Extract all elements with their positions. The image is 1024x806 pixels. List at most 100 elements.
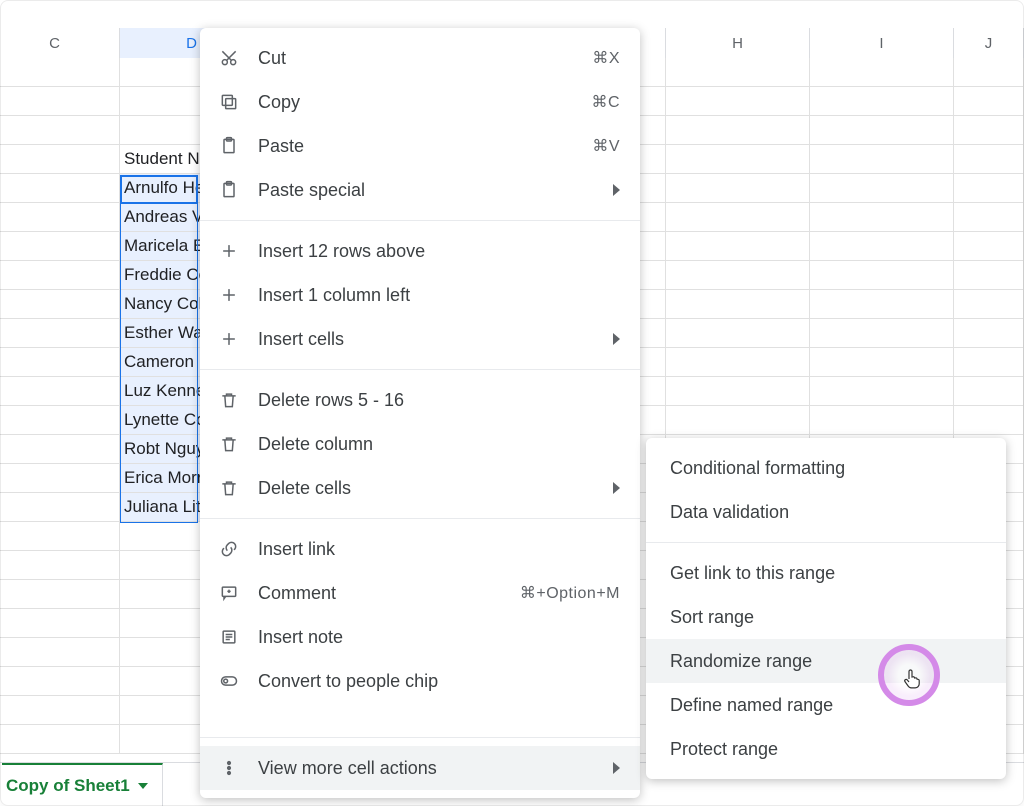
cell[interactable] (0, 319, 120, 348)
cell[interactable] (666, 203, 810, 232)
column-header[interactable]: H (666, 28, 810, 58)
cell[interactable] (0, 174, 120, 203)
menu-delete-rows[interactable]: Delete rows 5 - 16 (200, 378, 640, 422)
cell[interactable] (954, 290, 1024, 319)
cell[interactable] (0, 696, 120, 725)
cell[interactable] (810, 232, 954, 261)
menu-shortcut: ⌘C (591, 92, 620, 112)
column-header[interactable]: J (954, 28, 1024, 58)
cell[interactable] (0, 638, 120, 667)
cell[interactable] (954, 87, 1024, 116)
cell[interactable] (666, 58, 810, 87)
cell[interactable] (666, 348, 810, 377)
column-header[interactable]: C (0, 28, 120, 58)
cell[interactable] (954, 319, 1024, 348)
menu-paste-special[interactable]: Paste special (200, 168, 640, 212)
cell[interactable] (0, 348, 120, 377)
cell[interactable] (0, 232, 120, 261)
cell[interactable] (810, 87, 954, 116)
cell[interactable] (0, 551, 120, 580)
cell[interactable] (0, 435, 120, 464)
cell[interactable] (666, 87, 810, 116)
submenu-data-validation[interactable]: Data validation (646, 490, 1006, 534)
cell[interactable] (954, 406, 1024, 435)
menu-paste[interactable]: Paste ⌘V (200, 124, 640, 168)
chevron-down-icon[interactable] (138, 783, 148, 789)
cell[interactable] (666, 377, 810, 406)
cell[interactable] (954, 348, 1024, 377)
context-menu[interactable]: Cut ⌘X Copy ⌘C Paste ⌘V Paste special (200, 28, 640, 798)
cell[interactable] (954, 377, 1024, 406)
cell[interactable] (810, 406, 954, 435)
menu-insert-column[interactable]: Insert 1 column left (200, 273, 640, 317)
cell[interactable] (0, 725, 120, 754)
cell[interactable] (0, 290, 120, 319)
cell[interactable] (0, 261, 120, 290)
cell[interactable] (666, 145, 810, 174)
cell[interactable] (0, 406, 120, 435)
cell[interactable] (810, 145, 954, 174)
menu-copy[interactable]: Copy ⌘C (200, 80, 640, 124)
cell[interactable] (0, 667, 120, 696)
cell[interactable] (666, 174, 810, 203)
chevron-right-icon (613, 482, 620, 494)
cell[interactable] (954, 203, 1024, 232)
cell[interactable] (0, 377, 120, 406)
cell[interactable] (810, 203, 954, 232)
column-header[interactable]: I (810, 28, 954, 58)
menu-comment[interactable]: Comment ⌘+Option+M (200, 571, 640, 615)
cell[interactable] (0, 58, 120, 87)
menu-divider (200, 369, 640, 370)
menu-view-more-cell-actions[interactable]: View more cell actions (200, 746, 640, 790)
menu-label: Delete cells (258, 478, 601, 499)
cell[interactable] (0, 609, 120, 638)
cell[interactable] (954, 232, 1024, 261)
cell[interactable] (954, 261, 1024, 290)
copy-icon (218, 91, 240, 113)
sheet-tab-active[interactable]: Copy of Sheet1 (2, 763, 163, 806)
submenu-randomize-range[interactable]: Randomize range (646, 639, 1006, 683)
cell[interactable] (666, 290, 810, 319)
menu-delete-cells[interactable]: Delete cells (200, 466, 640, 510)
cell[interactable] (0, 87, 120, 116)
cell[interactable] (666, 319, 810, 348)
cell[interactable] (954, 145, 1024, 174)
cell[interactable] (666, 116, 810, 145)
cell[interactable] (810, 58, 954, 87)
menu-insert-link[interactable]: Insert link (200, 527, 640, 571)
menu-people-chip[interactable]: Convert to people chip (200, 659, 640, 703)
submenu-protect-range[interactable]: Protect range (646, 727, 1006, 771)
cell[interactable] (810, 116, 954, 145)
cell[interactable] (954, 58, 1024, 87)
cell[interactable] (810, 348, 954, 377)
cell[interactable] (810, 174, 954, 203)
cell[interactable] (954, 116, 1024, 145)
menu-label: Insert link (258, 539, 620, 560)
cell[interactable] (666, 232, 810, 261)
cell[interactable] (0, 493, 120, 522)
cell[interactable] (0, 203, 120, 232)
cell[interactable] (810, 319, 954, 348)
context-submenu[interactable]: Conditional formatting Data validation G… (646, 438, 1006, 779)
cell[interactable] (0, 116, 120, 145)
cell[interactable] (666, 406, 810, 435)
menu-insert-cells[interactable]: Insert cells (200, 317, 640, 361)
cell[interactable] (0, 145, 120, 174)
submenu-get-link[interactable]: Get link to this range (646, 551, 1006, 595)
cell[interactable] (810, 377, 954, 406)
submenu-conditional-formatting[interactable]: Conditional formatting (646, 446, 1006, 490)
cell[interactable] (666, 261, 810, 290)
menu-cut[interactable]: Cut ⌘X (200, 36, 640, 80)
menu-delete-column[interactable]: Delete column (200, 422, 640, 466)
menu-insert-note[interactable]: Insert note (200, 615, 640, 659)
submenu-define-named-range[interactable]: Define named range (646, 683, 1006, 727)
cell[interactable] (810, 261, 954, 290)
cell[interactable] (0, 464, 120, 493)
cell[interactable] (954, 174, 1024, 203)
menu-label: Define named range (670, 695, 986, 716)
submenu-sort-range[interactable]: Sort range (646, 595, 1006, 639)
cell[interactable] (0, 580, 120, 609)
cell[interactable] (0, 522, 120, 551)
cell[interactable] (810, 290, 954, 319)
menu-insert-rows[interactable]: Insert 12 rows above (200, 229, 640, 273)
